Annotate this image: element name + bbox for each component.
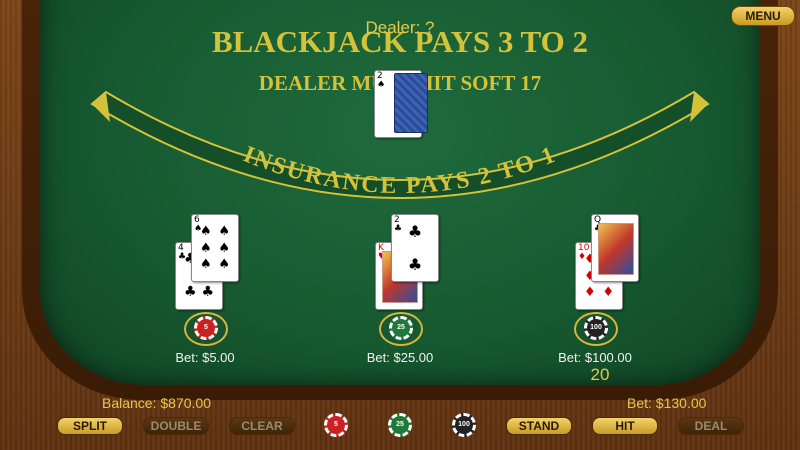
double-button[interactable]: DOUBLE bbox=[143, 417, 209, 435]
bet-chip-2: 25 bbox=[389, 316, 413, 340]
card-back-pattern bbox=[394, 73, 428, 133]
insurance-text: INSURANCE PAYS 2 TO 1 bbox=[240, 141, 561, 199]
hit-button[interactable]: HIT bbox=[592, 417, 658, 435]
card-pips: ♠ ♠ ♠ ♠ ♠ ♠ bbox=[200, 224, 230, 272]
hand2-bet-label: Bet: $25.00 bbox=[366, 350, 434, 365]
chip-25-button[interactable]: 25 bbox=[388, 413, 412, 437]
split-button[interactable]: SPLIT bbox=[57, 417, 123, 435]
clear-button[interactable]: CLEAR bbox=[229, 417, 295, 435]
bet-chip-1: 5 bbox=[194, 316, 218, 340]
menu-button[interactable]: MENU bbox=[731, 6, 795, 26]
deal-button[interactable]: DEAL bbox=[678, 417, 744, 435]
total-bet-label: Bet: $130.00 bbox=[627, 395, 707, 411]
hand3-card2: Q♣ bbox=[591, 214, 639, 282]
stand-button[interactable]: STAND bbox=[506, 417, 572, 435]
bet-chip-3: 100 bbox=[584, 316, 608, 340]
balance-label: Balance: $870.00 bbox=[102, 395, 211, 411]
queen-face bbox=[598, 223, 634, 275]
hand3-score: 20 bbox=[590, 365, 610, 384]
dealer-score-label: Dealer: ? bbox=[365, 18, 435, 37]
chip-100-button[interactable]: 100 bbox=[452, 413, 476, 437]
card-pips: ♣ ♣ bbox=[407, 222, 423, 274]
chip-5-button[interactable]: 5 bbox=[324, 413, 348, 437]
dealer-card-hole bbox=[374, 70, 432, 136]
hand1-bet-label: Bet: $5.00 bbox=[175, 350, 235, 365]
hand2-card2: 2 ♣ ♣ ♣ bbox=[391, 214, 439, 282]
hand1-card2: 6 ♠ ♠ ♠ ♠ ♠ ♠ ♠ bbox=[191, 214, 239, 282]
hand3-bet-label: Bet: $100.00 bbox=[558, 350, 632, 365]
